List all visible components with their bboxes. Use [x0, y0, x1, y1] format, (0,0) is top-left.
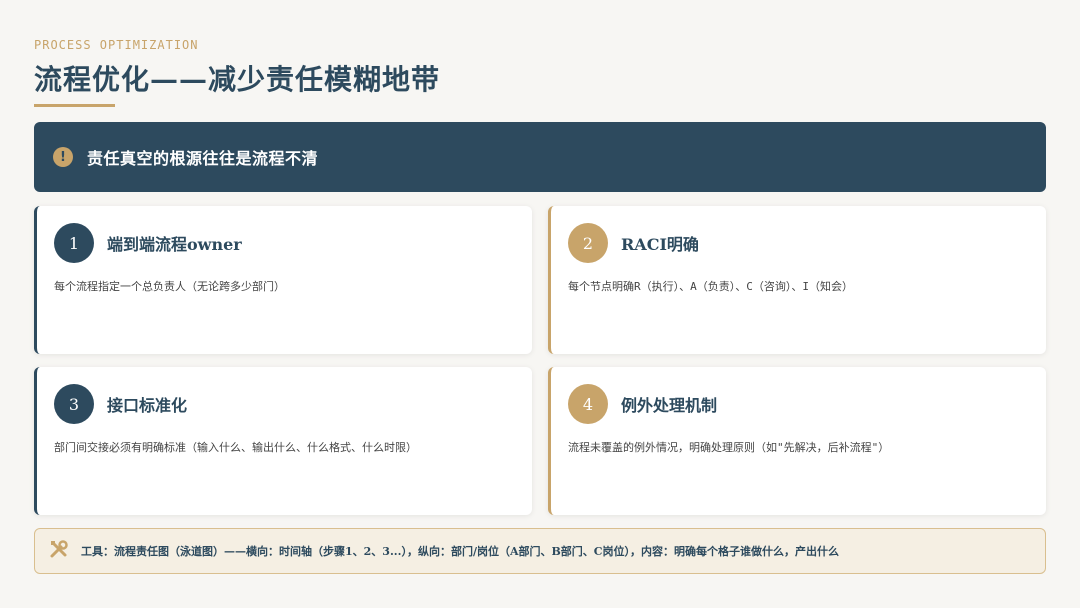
- card-raci: 2 RACI明确 每个节点明确R（执行）、A（负责）、C（咨询）、I（知会）: [548, 206, 1046, 354]
- card-title: 接口标准化: [107, 396, 188, 415]
- banner-text: 责任真空的根源往往是流程不清: [87, 149, 319, 168]
- page-title: 流程优化——减少责任模糊地带: [34, 63, 441, 96]
- card-description: 流程未覆盖的例外情况，明确处理原则（如"先解决，后补流程"）: [568, 441, 890, 454]
- card-title: 例外处理机制: [621, 396, 718, 415]
- card-end-to-end-owner: 1 端到端流程owner 每个流程指定一个总负责人（无论跨多少部门）: [34, 206, 532, 354]
- card-exception-handling: 4 例外处理机制 流程未覆盖的例外情况，明确处理原则（如"先解决，后补流程"）: [548, 367, 1046, 515]
- step-number-badge: 2: [568, 223, 608, 263]
- tool-text: 工具：流程责任图（泳道图）——横向：时间轴（步骤1、2、3...），纵向：部门/…: [81, 544, 840, 558]
- tool-note: 工具：流程责任图（泳道图）——横向：时间轴（步骤1、2、3...），纵向：部门/…: [34, 528, 1046, 574]
- card-title: RACI明确: [621, 235, 699, 254]
- card-description: 每个节点明确R（执行）、A（负责）、C（咨询）、I（知会）: [568, 280, 853, 293]
- step-number-badge: 1: [54, 223, 94, 263]
- tools-icon: [49, 539, 69, 564]
- card-description: 每个流程指定一个总负责人（无论跨多少部门）: [54, 280, 285, 293]
- step-number-badge: 4: [568, 384, 608, 424]
- title-underline: [34, 104, 115, 107]
- card-title: 端到端流程owner: [107, 235, 242, 254]
- card-description: 部门间交接必须有明确标准（输入什么、输出什么、什么格式、什么时限）: [54, 441, 417, 454]
- step-number-badge: 3: [54, 384, 94, 424]
- eyebrow-label: PROCESS OPTIMIZATION: [34, 38, 199, 52]
- card-interface-standardization: 3 接口标准化 部门间交接必须有明确标准（输入什么、输出什么、什么格式、什么时限…: [34, 367, 532, 515]
- exclamation-icon: !: [53, 147, 73, 167]
- key-insight-banner: ! 责任真空的根源往往是流程不清: [34, 122, 1046, 192]
